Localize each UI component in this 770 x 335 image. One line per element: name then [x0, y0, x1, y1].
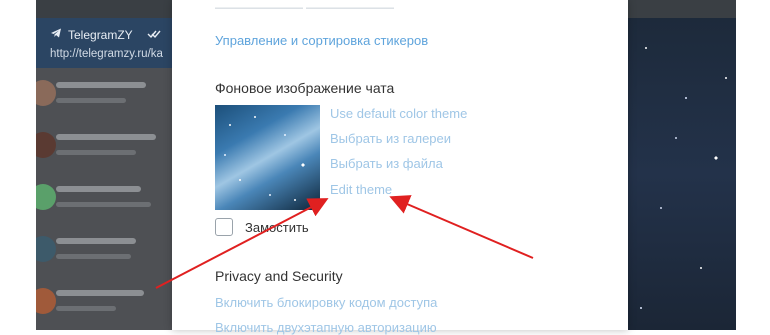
chat-background-title: Фоновое изображение чата: [215, 80, 395, 96]
manage-stickers-link[interactable]: Управление и сортировка стикеров: [215, 33, 428, 48]
clipped-link: ———————— ————————: [215, 2, 395, 12]
tile-checkbox[interactable]: [215, 218, 233, 236]
list-item[interactable]: [36, 276, 181, 328]
channel-header[interactable]: TelegramZY http://telegramzy.ru/ka: [36, 18, 181, 68]
settings-modal: ———————— ———————— Управление и сортировк…: [172, 0, 628, 335]
double-check-icon: [147, 28, 161, 42]
choose-from-gallery-link[interactable]: Выбрать из галереи: [330, 131, 451, 146]
two-step-verification-link[interactable]: Включить двухэтапную авторизацию: [215, 320, 437, 335]
chat-list: [36, 68, 181, 330]
channel-name: TelegramZY: [68, 27, 133, 42]
edit-theme-link[interactable]: Edit theme: [330, 182, 392, 197]
telegram-icon: [50, 27, 62, 42]
list-item[interactable]: [36, 68, 181, 120]
list-item[interactable]: [36, 172, 181, 224]
background-thumbnail[interactable]: [215, 105, 320, 210]
chat-wallpaper: [626, 18, 736, 330]
list-item[interactable]: [36, 224, 181, 276]
privacy-title: Privacy and Security: [215, 268, 343, 284]
passcode-lock-link[interactable]: Включить блокировку кодом доступа: [215, 295, 437, 310]
list-item[interactable]: [36, 120, 181, 172]
use-default-theme-link[interactable]: Use default color theme: [330, 106, 467, 121]
choose-from-file-link[interactable]: Выбрать из файла: [330, 156, 443, 171]
channel-url: http://telegramzy.ru/ka: [50, 48, 163, 60]
tile-label: Замостить: [245, 220, 309, 235]
